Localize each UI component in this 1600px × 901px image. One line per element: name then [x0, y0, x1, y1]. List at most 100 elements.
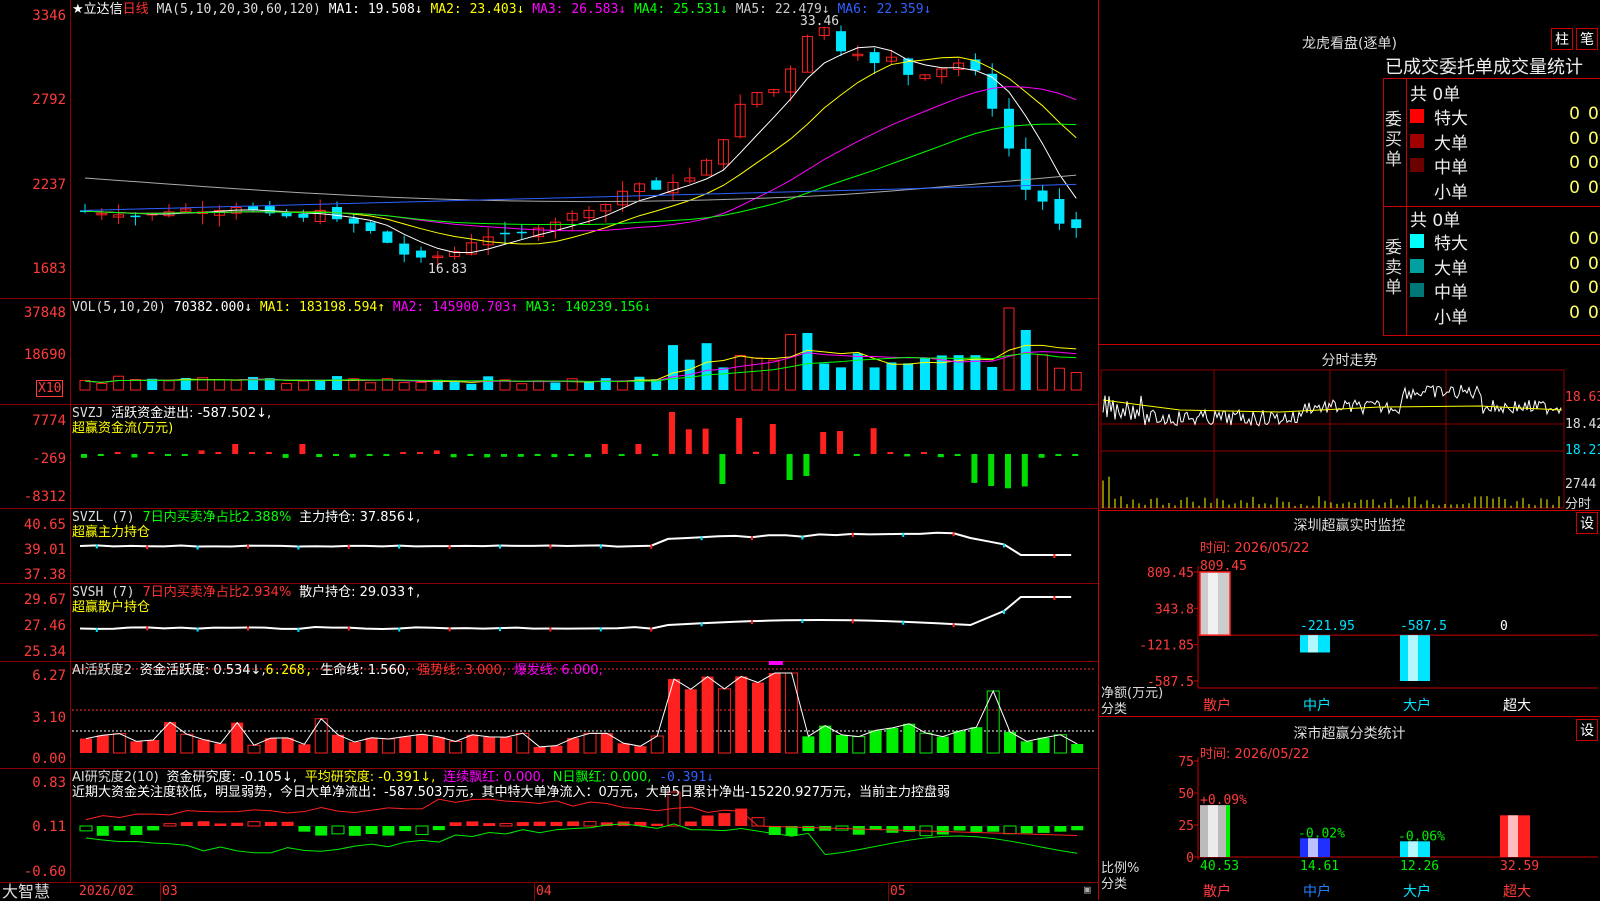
holding-tick [398, 544, 401, 549]
activity-bar [768, 673, 781, 753]
ai1-v4: 强势线: 3.000, [417, 663, 506, 678]
holding-tick [398, 627, 401, 632]
svzj-header: SVZJ 活跃资金进出: -587.502↓, 超赢资金流(万元) [72, 406, 271, 436]
holding-tick [146, 545, 149, 550]
kline-panel[interactable]: 3346 2792 2237 1683 ★立达信日线 MA(5,10,20,30… [0, 0, 1098, 299]
volume-bar [768, 359, 780, 391]
candle [970, 59, 981, 71]
ai1-v5: 爆发线: 6.000, [513, 663, 603, 678]
volume-panel[interactable]: 37848 18690 X10 VOL(5,10,20) 70382.000↓ … [0, 298, 1098, 405]
ai-research-panel[interactable]: 0.83 0.11 -0.60 AI研究度2(10) 资金研究度: -0.105… [0, 768, 1098, 882]
flow-bar [534, 454, 541, 456]
date-divider [888, 883, 889, 901]
volume-bar [634, 376, 645, 390]
intraday-price-label: 18.21 [1565, 443, 1600, 458]
holding-tick [650, 544, 653, 549]
flow-bar [484, 454, 491, 458]
bar-view-button[interactable]: 柱 [1551, 28, 1573, 50]
holding-tick [851, 532, 854, 537]
order-size-label: 大单 [1434, 133, 1468, 154]
ma-value: MA6: 22.359↓ [837, 2, 932, 17]
dragon-title: 龙虎看盘(逐单) [1302, 36, 1397, 52]
ai1-v2: 6.268, [265, 663, 313, 678]
flow-bar [853, 454, 860, 456]
candle [869, 52, 880, 64]
candle [1020, 148, 1031, 190]
intraday-price-label: 18.63 [1565, 390, 1600, 405]
activity-bar [180, 733, 194, 754]
research-line [85, 798, 1078, 836]
activity-bar [668, 679, 680, 753]
research-bar [197, 821, 210, 826]
flow-bar [433, 450, 440, 454]
activity-bar [819, 725, 832, 753]
research-bar [987, 826, 1000, 832]
period-label[interactable]: 日线 [123, 2, 149, 17]
tick-view-button[interactable]: 笔 [1576, 28, 1598, 50]
research-bar [516, 822, 529, 826]
volume-bar [163, 380, 175, 391]
flow-bar [131, 454, 138, 458]
activity-bar [381, 738, 395, 754]
sell-row: 中单 0 0% [1410, 278, 1600, 303]
buy-orders-label: 委买单 [1385, 110, 1402, 170]
volume-bar [701, 343, 712, 390]
research-bar [264, 821, 277, 826]
color-swatch [1410, 133, 1424, 148]
lock-icon[interactable]: ▣ [1084, 883, 1091, 896]
svsh-title: SVSH (7) [72, 585, 135, 600]
color-swatch [1410, 234, 1424, 248]
stock-name[interactable]: ★立达信 [72, 2, 123, 17]
sell-orders-label: 委卖单 [1385, 238, 1402, 298]
sz-class-title: 深市超赢分类统计 [1293, 726, 1406, 742]
volume-bar [398, 382, 410, 391]
svzl-panel[interactable]: 40.65 39.01 37.38 SVZL (7) 7日内买卖净占比2.388… [0, 508, 1098, 584]
volume-bar [1037, 354, 1049, 391]
activity-bar [332, 734, 344, 753]
holding-tick [650, 627, 653, 632]
flow-bar [181, 454, 188, 456]
volume-bar [79, 379, 91, 391]
volume-bar [836, 367, 846, 390]
candle [1037, 190, 1048, 202]
activity-bar [197, 739, 210, 753]
ma-value: MA2: 23.403↓ [430, 2, 525, 17]
candle [281, 212, 292, 217]
sell-row: 小单 0 0% [1410, 303, 1600, 328]
flow-bar [467, 454, 474, 456]
activity-bar [1071, 743, 1084, 753]
activity-bar [533, 746, 546, 753]
order-pct: 0% [1588, 153, 1600, 173]
activity-bar [617, 743, 630, 753]
flow-bar [114, 452, 121, 454]
intraday-price-label: 18.42 [1565, 417, 1600, 432]
sz-class-time: 时间: 2026/05/22 [1200, 747, 1310, 762]
svzl-value: 主力持仓: 37.856↓, [299, 510, 421, 525]
order-pct: 0% [1588, 177, 1600, 198]
svsh-panel[interactable]: 29.67 27.46 25.34 SVSH (7) 7日内买卖净占比2.934… [0, 583, 1098, 662]
svsh-sub: 超赢散户持仓 [72, 600, 151, 615]
research-bar [315, 826, 328, 836]
svzl-title: SVZL (7) [72, 510, 135, 525]
flow-bar [1038, 454, 1045, 458]
flow-bar [702, 428, 709, 454]
activity-bar [634, 746, 647, 753]
volume-bar [281, 383, 293, 391]
order-count: 0 [1569, 153, 1580, 173]
candlestick-chart[interactable] [0, 0, 1098, 298]
buy-row: 大单 0 0% [1410, 129, 1600, 154]
settings-button[interactable]: 设 [1576, 512, 1598, 534]
flow-bar [685, 429, 692, 454]
activity-bar [1037, 737, 1050, 753]
research-bar [852, 826, 865, 835]
activity-bar [399, 736, 412, 753]
ai-activity-panel[interactable]: 6.27 3.10 0.00 AI活跃度2 资金活跃度: 0.534↓,6.26… [0, 661, 1098, 769]
buy-row: 小单 0 0% [1410, 177, 1600, 203]
candle [130, 215, 141, 218]
settings-button[interactable]: 设 [1576, 719, 1598, 741]
activity-bar [684, 689, 697, 753]
holding-tick [347, 626, 350, 631]
research-bar [247, 821, 261, 827]
volume-bar [802, 332, 813, 390]
svzj-panel[interactable]: 7774 -269 -8312 SVZJ 活跃资金进出: -587.502↓, … [0, 404, 1098, 509]
